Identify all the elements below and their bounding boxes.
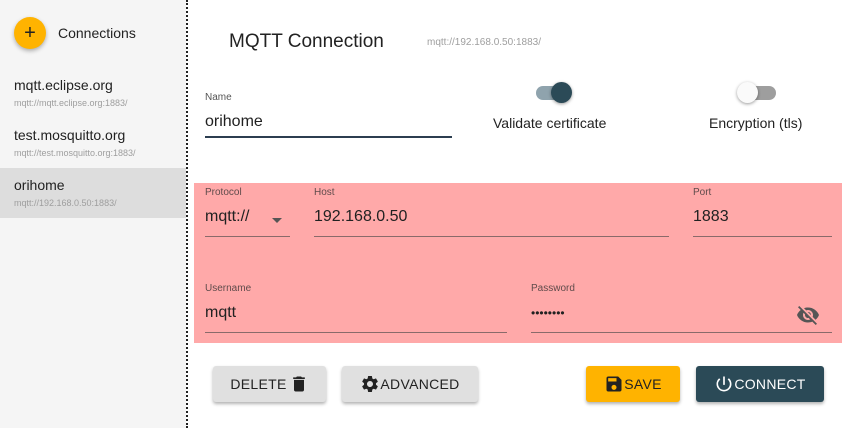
connection-url: mqtt://test.mosquitto.org:1883/ bbox=[14, 148, 136, 158]
connection-item-orihome[interactable]: orihome mqtt://192.168.0.50:1883/ bbox=[0, 168, 186, 218]
port-input[interactable]: 1883 bbox=[693, 208, 832, 226]
validate-certificate-toggle[interactable] bbox=[534, 82, 572, 103]
connection-url: mqtt://mqtt.eclipse.org:1883/ bbox=[14, 98, 128, 108]
host-field[interactable]: Host 192.168.0.50 bbox=[314, 187, 669, 237]
add-connection-button[interactable]: + bbox=[14, 17, 46, 49]
encryption-label: Encryption (tls) bbox=[709, 115, 803, 131]
connection-settings-panel: Protocol mqtt:// Host 192.168.0.50 Port … bbox=[194, 183, 842, 343]
plus-icon: + bbox=[24, 21, 36, 44]
name-field[interactable]: Name orihome bbox=[205, 92, 452, 138]
connection-url: mqtt://192.168.0.50:1883/ bbox=[14, 198, 117, 208]
toggle-thumb bbox=[551, 82, 572, 103]
sidebar-divider bbox=[186, 0, 188, 428]
encryption-toggle[interactable] bbox=[737, 82, 776, 103]
save-label: SAVE bbox=[624, 376, 662, 392]
connection-item-test-mosquitto[interactable]: test.mosquitto.org mqtt://test.mosquitto… bbox=[0, 118, 186, 168]
page-url: mqtt://192.168.0.50:1883/ bbox=[427, 37, 541, 48]
connect-label: CONNECT bbox=[734, 376, 806, 392]
username-field[interactable]: Username mqtt bbox=[205, 283, 507, 333]
advanced-label: ADVANCED bbox=[380, 376, 460, 392]
username-label: Username bbox=[205, 283, 252, 294]
delete-button[interactable]: DELETE bbox=[213, 366, 326, 402]
username-input[interactable]: mqtt bbox=[205, 304, 507, 322]
page-title: MQTT Connection bbox=[229, 31, 384, 52]
eye-off-icon[interactable] bbox=[796, 303, 820, 327]
connect-button[interactable]: CONNECT bbox=[696, 366, 824, 402]
validate-certificate-label: Validate certificate bbox=[493, 115, 607, 131]
password-input[interactable]: •••••••• bbox=[531, 306, 832, 320]
floppy-disk-icon bbox=[606, 376, 622, 392]
name-label: Name bbox=[205, 92, 232, 103]
name-input[interactable]: orihome bbox=[205, 113, 452, 131]
password-field[interactable]: Password •••••••• bbox=[531, 283, 832, 333]
protocol-label: Protocol bbox=[205, 187, 242, 198]
delete-label: DELETE bbox=[230, 376, 287, 392]
connection-name: orihome bbox=[14, 177, 65, 193]
caret-down-icon[interactable] bbox=[272, 218, 282, 223]
save-button[interactable]: SAVE bbox=[586, 366, 680, 402]
protocol-select[interactable]: Protocol mqtt:// bbox=[205, 187, 290, 237]
advanced-button[interactable]: ADVANCED bbox=[342, 366, 478, 402]
gear-icon bbox=[362, 376, 379, 392]
protocol-value: mqtt:// bbox=[205, 208, 250, 225]
sidebar-title: Connections bbox=[58, 25, 136, 41]
power-icon bbox=[716, 376, 732, 392]
connections-sidebar: + Connections mqtt.eclipse.org mqtt://mq… bbox=[0, 0, 186, 428]
port-label: Port bbox=[693, 187, 712, 198]
trash-icon bbox=[292, 376, 305, 392]
connection-name: mqtt.eclipse.org bbox=[14, 77, 113, 93]
password-label: Password bbox=[531, 283, 575, 294]
toggle-thumb bbox=[737, 82, 758, 103]
host-label: Host bbox=[314, 187, 335, 198]
port-field[interactable]: Port 1883 bbox=[693, 187, 832, 237]
connection-item-mqtt-eclipse[interactable]: mqtt.eclipse.org mqtt://mqtt.eclipse.org… bbox=[0, 68, 186, 118]
connection-name: test.mosquitto.org bbox=[14, 127, 126, 143]
host-input[interactable]: 192.168.0.50 bbox=[314, 208, 669, 226]
